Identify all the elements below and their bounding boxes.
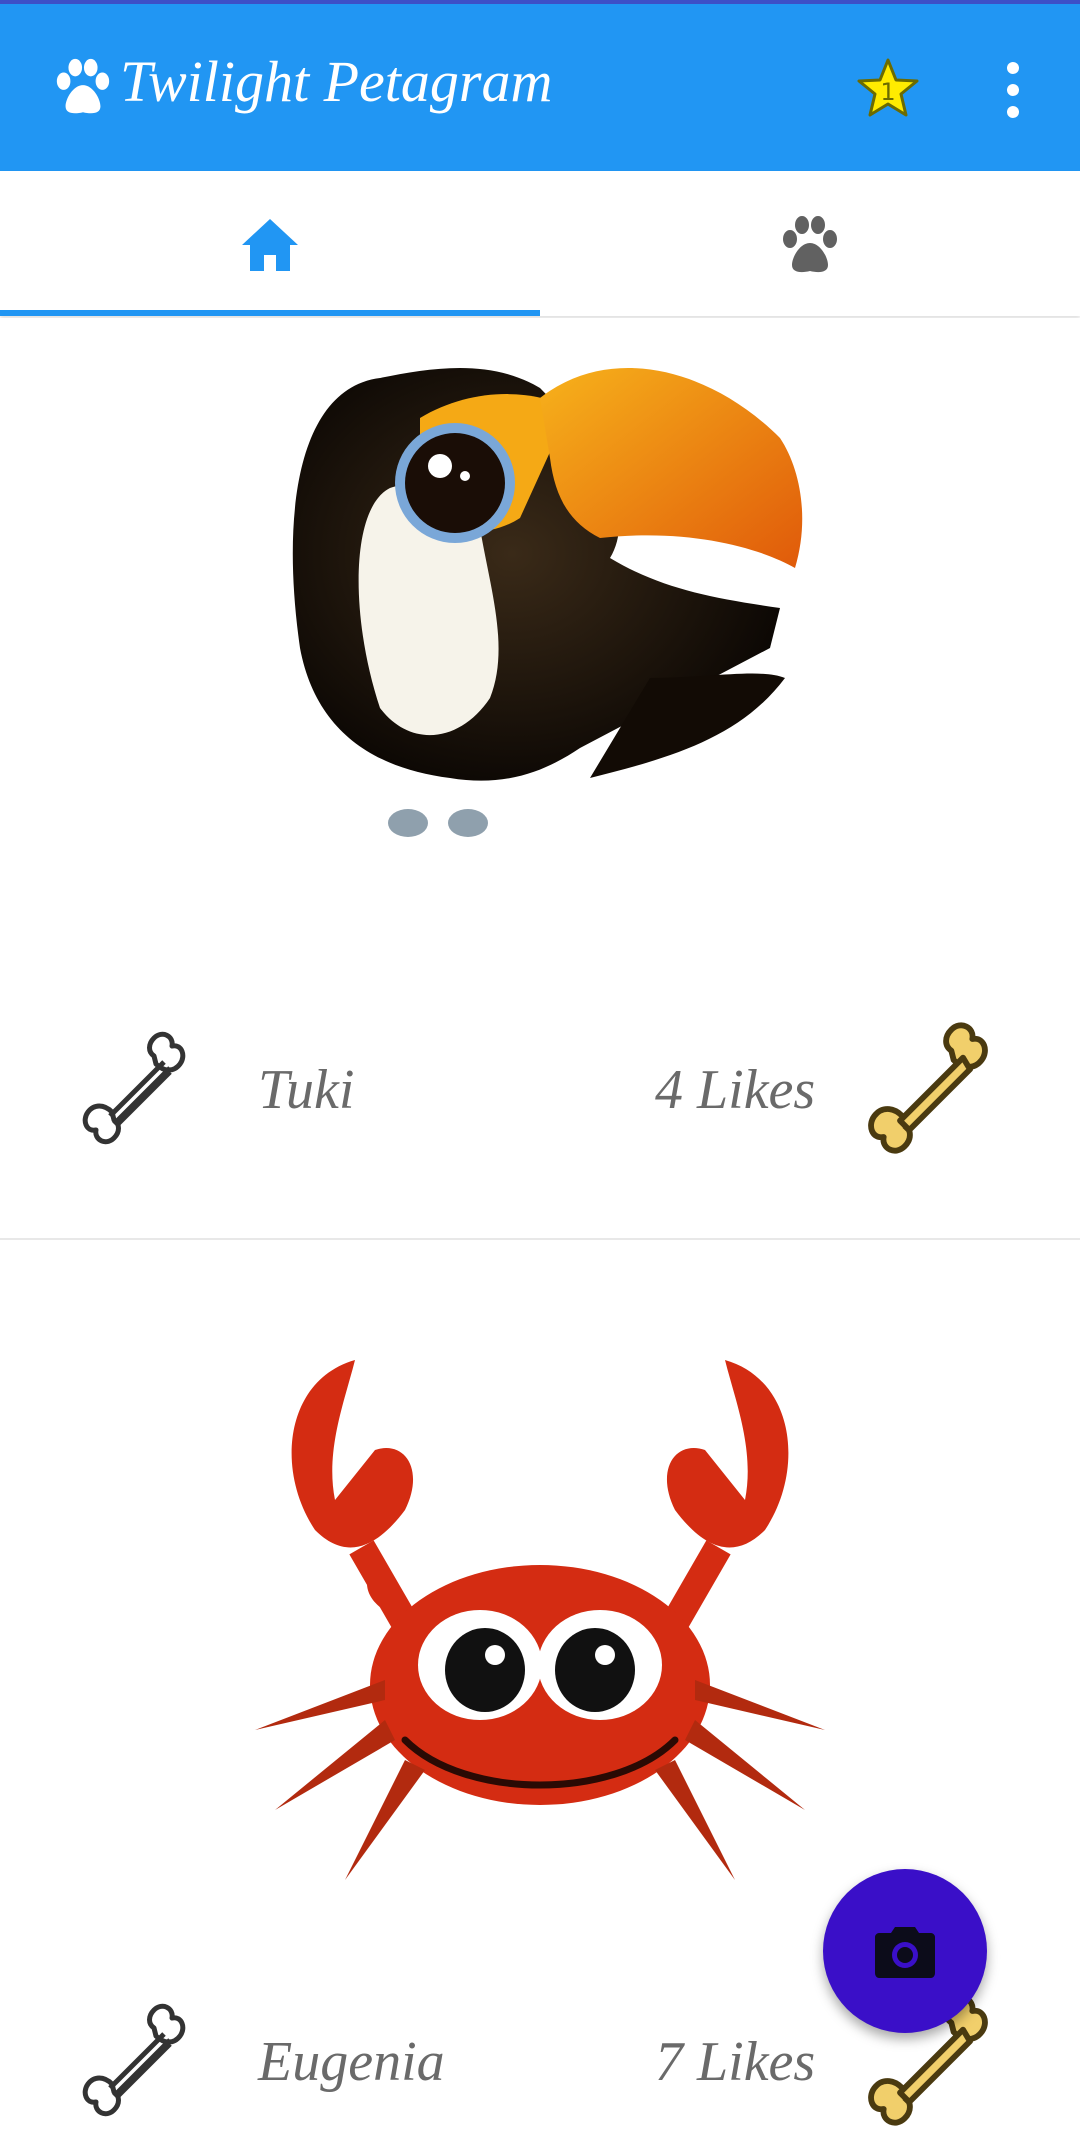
likes-count: 4 Likes bbox=[655, 1059, 816, 1121]
paw-icon bbox=[56, 58, 110, 114]
likes-count: 7 Likes bbox=[655, 2031, 816, 2093]
camera-fab-button[interactable] bbox=[823, 1869, 987, 2033]
home-icon bbox=[242, 219, 298, 271]
app-bar: Twilight Petagram 1 bbox=[0, 4, 1080, 171]
more-vert-icon[interactable] bbox=[998, 60, 1028, 120]
tab-bar bbox=[0, 171, 1080, 316]
camera-icon bbox=[875, 1927, 935, 1978]
bone-rating-icon bbox=[868, 1022, 988, 1154]
svg-text:1: 1 bbox=[880, 78, 895, 106]
crab-image bbox=[255, 1360, 825, 1880]
tab-home[interactable] bbox=[0, 171, 540, 316]
toucan-image bbox=[292, 368, 803, 837]
pet-card: Tuki 4 Likes bbox=[0, 318, 1080, 1238]
bone-like-button[interactable] bbox=[74, 2000, 194, 2120]
tab-indicator bbox=[0, 310, 540, 316]
paw-icon bbox=[783, 216, 837, 273]
app-title: Twilight Petagram bbox=[120, 49, 553, 114]
star-icon[interactable]: 1 bbox=[856, 56, 920, 120]
tab-pets[interactable] bbox=[540, 171, 1080, 316]
bone-like-button[interactable] bbox=[74, 1028, 194, 1148]
pet-name: Tuki bbox=[258, 1059, 355, 1121]
pet-name: Eugenia bbox=[258, 2031, 445, 2093]
